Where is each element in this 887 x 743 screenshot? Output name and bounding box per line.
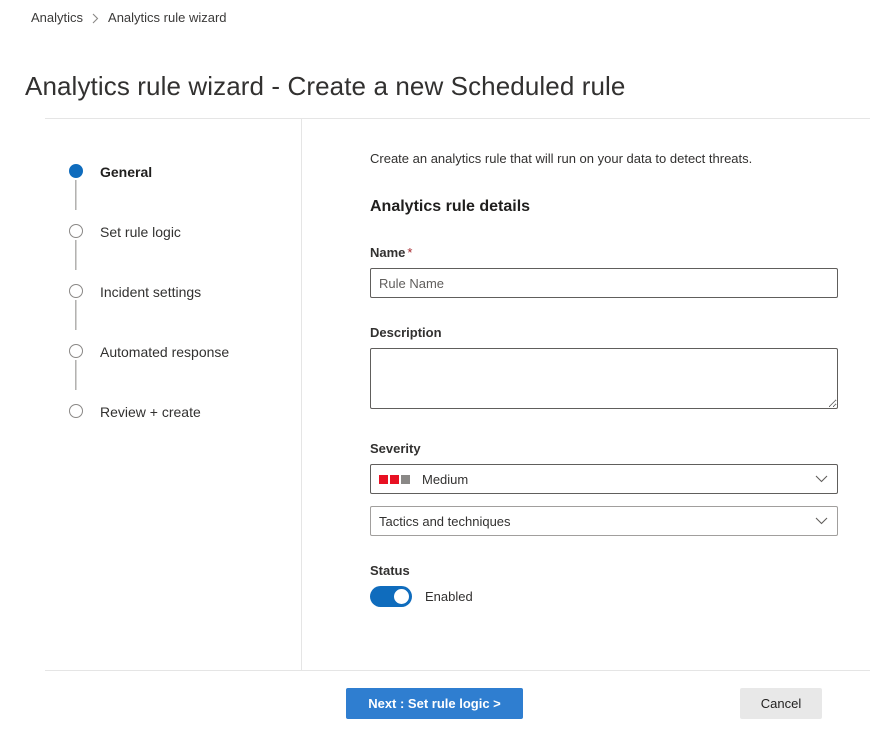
severity-field-label: Severity — [370, 441, 421, 456]
severity-level-icon — [379, 474, 410, 484]
status-toggle[interactable] — [370, 586, 412, 607]
wizard-step-incident-settings[interactable]: Incident settings — [60, 270, 290, 330]
field-group-severity: Severity Medium — [370, 440, 840, 494]
step-marker — [60, 270, 92, 330]
description-field-label: Description — [370, 325, 442, 340]
wizard-step-label: Review + create — [100, 404, 201, 420]
wizard-step-label: General — [100, 164, 153, 180]
field-group-tactics: Tactics and techniques — [370, 506, 840, 536]
step-connector-line — [75, 180, 77, 210]
step-connector-line — [75, 300, 77, 330]
breadcrumb-item-analytics[interactable]: Analytics — [31, 9, 83, 27]
name-label-text: Name — [370, 245, 406, 260]
wizard-step-rail: General Set rule logic Incident settings… — [60, 150, 290, 450]
wizard-step-label: Automated response — [100, 344, 230, 360]
chevron-down-icon — [815, 517, 828, 525]
step-dot-icon — [69, 164, 83, 178]
divider-top — [45, 118, 870, 119]
status-toggle-row: Enabled — [370, 586, 840, 607]
severity-selected-value: Medium — [422, 471, 469, 487]
chevron-right-icon — [92, 13, 99, 24]
wizard-step-label: Incident settings — [100, 284, 202, 300]
step-connector-line — [75, 360, 77, 390]
tactics-selected-value: Tactics and techniques — [379, 513, 511, 529]
description-textarea[interactable] — [370, 348, 838, 409]
toggle-knob — [394, 589, 409, 604]
field-group-description: Description — [370, 324, 840, 414]
breadcrumb-item-analytics-rule-wizard[interactable]: Analytics rule wizard — [108, 9, 227, 27]
wizard-step-general[interactable]: General — [60, 150, 290, 210]
step-marker — [60, 150, 92, 210]
chevron-down-icon — [815, 475, 828, 483]
step-dot-icon — [69, 404, 83, 418]
required-marker: * — [407, 245, 413, 260]
wizard-step-label: Set rule logic — [100, 224, 181, 240]
name-field-label: Name * — [370, 244, 840, 262]
intro-text: Create an analytics rule that will run o… — [370, 151, 753, 166]
step-dot-icon — [69, 344, 83, 358]
status-toggle-label: Enabled — [425, 589, 473, 604]
step-connector-line — [75, 240, 77, 270]
cancel-button[interactable]: Cancel — [740, 688, 822, 719]
next-set-rule-logic-button[interactable]: Next : Set rule logic > — [346, 688, 523, 719]
field-group-status: Status Enabled — [370, 562, 840, 607]
field-group-name: Name * — [370, 244, 840, 298]
step-dot-icon — [69, 224, 83, 238]
name-input[interactable] — [370, 268, 838, 298]
step-dot-icon — [69, 284, 83, 298]
page-title: Analytics rule wizard - Create a new Sch… — [25, 71, 626, 102]
general-form-panel: Create an analytics rule that will run o… — [370, 150, 840, 607]
status-field-label: Status — [370, 563, 410, 578]
wizard-step-automated-response[interactable]: Automated response — [60, 330, 290, 390]
tactics-dropdown[interactable]: Tactics and techniques — [370, 506, 838, 536]
step-marker — [60, 390, 92, 418]
divider-bottom — [45, 670, 870, 671]
severity-dropdown[interactable]: Medium — [370, 464, 838, 494]
step-marker — [60, 330, 92, 390]
step-marker — [60, 210, 92, 270]
wizard-step-set-rule-logic[interactable]: Set rule logic — [60, 210, 290, 270]
wizard-step-review-create[interactable]: Review + create — [60, 390, 290, 450]
section-heading-analytics-rule-details: Analytics rule details — [370, 198, 531, 215]
breadcrumb: Analytics Analytics rule wizard — [31, 9, 227, 27]
divider-vertical — [301, 118, 302, 671]
